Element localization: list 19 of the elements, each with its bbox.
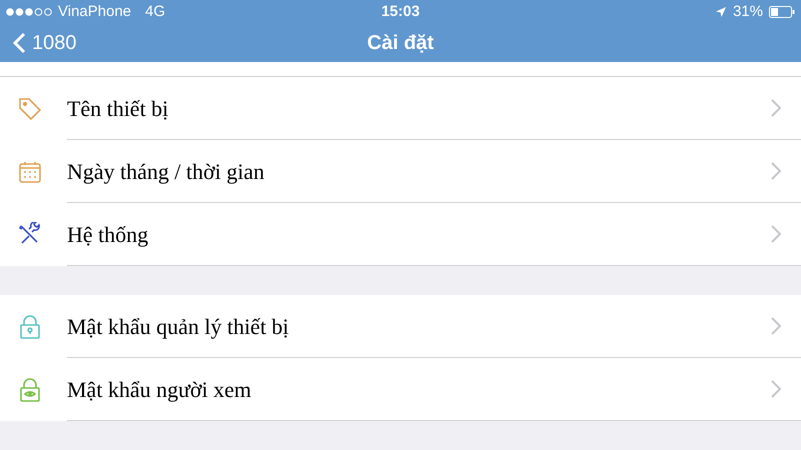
chevron-right-icon bbox=[771, 317, 781, 335]
chevron-right-icon bbox=[771, 380, 781, 398]
back-chevron-icon bbox=[12, 32, 26, 54]
row-label: Ngày tháng / thời gian bbox=[67, 158, 264, 186]
signal-icon bbox=[6, 8, 54, 16]
row-label: Mật khẩu người xem bbox=[67, 376, 252, 404]
network-type: 4G bbox=[145, 2, 166, 22]
carrier-name: VinaPhone bbox=[58, 2, 132, 22]
battery-icon bbox=[769, 6, 795, 18]
row-label: Hệ thống bbox=[67, 220, 148, 249]
chevron-right-icon bbox=[771, 99, 781, 117]
row-label: Tên thiết bị bbox=[67, 94, 168, 122]
page-title: Cài đặt bbox=[367, 31, 434, 56]
row-label: Mật khẩu quản lý thiết bị bbox=[67, 312, 289, 341]
battery-percent: 31% bbox=[732, 2, 763, 22]
location-arrow-icon bbox=[714, 6, 727, 18]
chevron-right-icon bbox=[771, 162, 781, 180]
chevron-right-icon bbox=[771, 225, 781, 243]
clock-time: 15:03 bbox=[381, 2, 420, 22]
